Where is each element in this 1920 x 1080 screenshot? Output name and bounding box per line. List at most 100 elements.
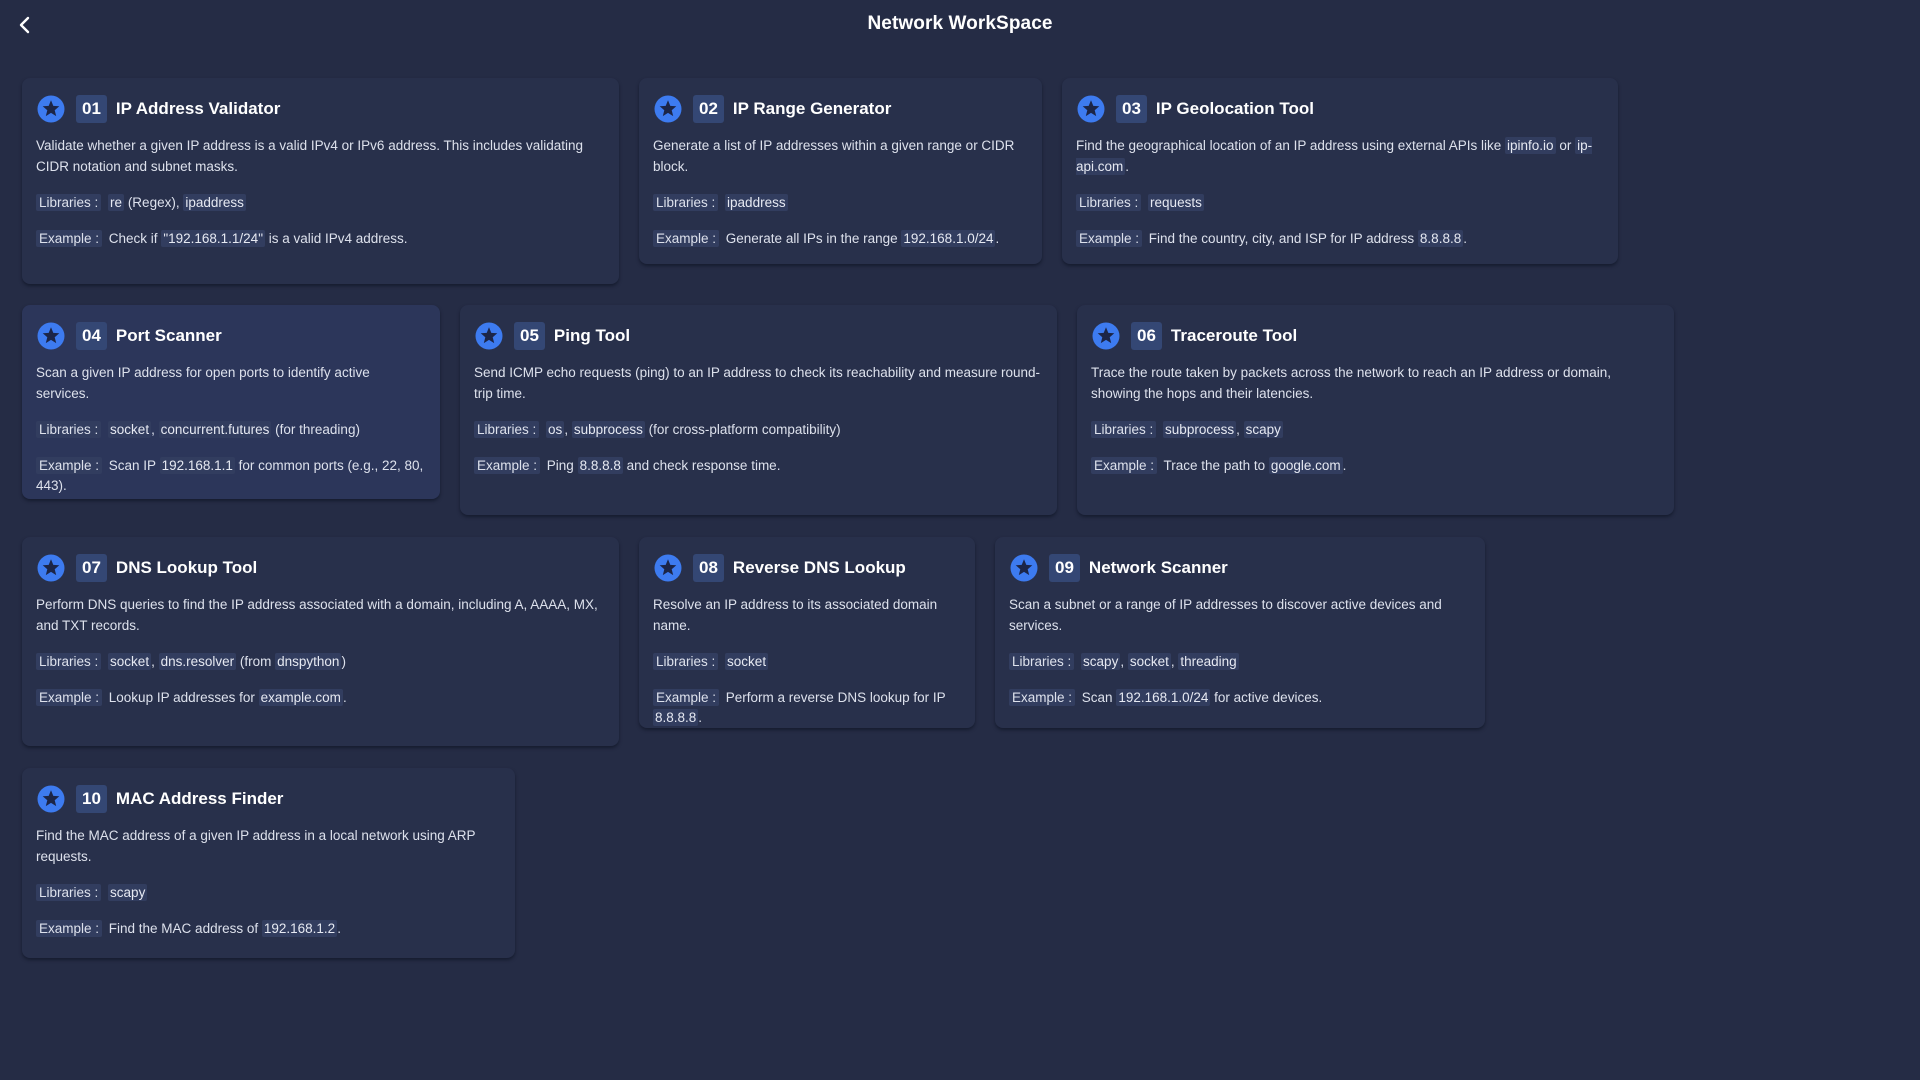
- star-icon[interactable]: [654, 554, 682, 582]
- card-header: 07 DNS Lookup Tool: [36, 552, 605, 584]
- star-icon[interactable]: [1077, 95, 1105, 123]
- libraries-row-label: Libraries :: [36, 884, 102, 901]
- inline-code: threading: [1178, 653, 1239, 670]
- card-header: 08 Reverse DNS Lookup: [653, 552, 961, 584]
- inline-code: 8.8.8.8: [577, 457, 623, 474]
- text-segment: .: [1342, 458, 1347, 473]
- example-row: Example : Check if "192.168.1.1/24" is a…: [36, 229, 605, 249]
- libraries-row: Libraries : scapy, socket, threading: [1009, 652, 1471, 672]
- text-segment: Resolve an IP address to its associated …: [653, 597, 938, 633]
- tool-card-mac-address-finder[interactable]: 10 MAC Address Finder Find the MAC address…: [22, 768, 515, 958]
- libraries-row: Libraries : scapy: [36, 883, 501, 903]
- example-row-label: Example :: [653, 689, 720, 706]
- libraries-row-label: Libraries :: [36, 421, 102, 438]
- text-segment: ,: [1120, 654, 1128, 669]
- card-title: DNS Lookup Tool: [115, 558, 258, 577]
- inline-code: example.com: [258, 689, 343, 706]
- card-title: IP Range Generator: [732, 99, 892, 118]
- card-number-badge: 06: [1131, 322, 1162, 350]
- libraries-row-label: Libraries :: [653, 653, 719, 670]
- inline-code: ipaddress: [725, 194, 788, 211]
- card-description: Send ICMP echo requests (ping) to an IP …: [474, 362, 1043, 404]
- card-header: 10 MAC Address Finder: [36, 783, 501, 815]
- text-segment: (for cross-platform compatibility): [644, 422, 841, 437]
- text-segment: Scan IP: [105, 458, 160, 473]
- text-segment: .: [995, 231, 1000, 246]
- inline-code: "192.168.1.1/24": [161, 230, 265, 247]
- example-row: Example : Find the country, city, and IS…: [1076, 229, 1604, 249]
- inline-code: scapy: [1243, 421, 1283, 438]
- text-segment: (for threading): [271, 422, 360, 437]
- star-icon[interactable]: [654, 95, 682, 123]
- text-segment: Perform a reverse DNS lookup for IP: [722, 690, 946, 705]
- star-icon[interactable]: [475, 322, 503, 350]
- tool-card-network-scanner[interactable]: 09 Network Scanner Scan a subnet or a rang…: [995, 537, 1485, 728]
- text-segment: Find the geographical location of an IP …: [1076, 138, 1506, 153]
- card-description: Find the geographical location of an IP …: [1076, 135, 1604, 177]
- tool-card-ip-geolocation-tool[interactable]: 03 IP Geolocation Tool Find the geographic…: [1062, 78, 1618, 264]
- inline-code: scapy: [108, 884, 148, 901]
- star-icon[interactable]: [37, 322, 65, 350]
- tool-card-ip-range-generator[interactable]: 02 IP Range Generator Generate a list of I…: [639, 78, 1042, 264]
- inline-code: 8.8.8.8: [1417, 230, 1464, 247]
- inline-code: socket: [108, 653, 152, 670]
- card-title: MAC Address Finder: [115, 789, 284, 808]
- tool-card-traceroute-tool[interactable]: 06 Traceroute Tool Trace the route taken b…: [1077, 305, 1674, 515]
- inline-code: ipaddress: [183, 194, 246, 211]
- libraries-row-label: Libraries :: [1091, 421, 1157, 438]
- text-segment: for active devices.: [1210, 690, 1323, 705]
- inline-code: google.com: [1268, 457, 1343, 474]
- tool-card-reverse-dns-lookup[interactable]: 08 Reverse DNS Lookup Resolve an IP addres…: [639, 537, 975, 728]
- star-icon[interactable]: [37, 554, 65, 582]
- top-bar: Network WorkSpace: [0, 0, 1920, 52]
- text-segment: Find the country, city, and ISP for IP a…: [1145, 231, 1418, 246]
- inline-code: scapy: [1081, 653, 1121, 670]
- libraries-row: Libraries : socket, dns.resolver (from d…: [36, 652, 605, 672]
- tool-card-port-scanner[interactable]: 04 Port Scanner Scan a given IP address fo…: [22, 305, 440, 499]
- card-number-badge: 10: [76, 785, 107, 813]
- inline-code: socket: [725, 653, 769, 670]
- card-description: Generate a list of IP addresses within a…: [653, 135, 1028, 177]
- libraries-row-label: Libraries :: [474, 421, 540, 438]
- libraries-row-label: Libraries :: [36, 194, 102, 211]
- card-header: 06 Traceroute Tool: [1091, 320, 1660, 352]
- example-row: Example : Ping 8.8.8.8 and check respons…: [474, 456, 1043, 476]
- libraries-row: Libraries : socket: [653, 652, 961, 672]
- example-row-label: Example :: [36, 230, 103, 247]
- card-description: Scan a subnet or a range of IP addresses…: [1009, 594, 1471, 636]
- card-description: Validate whether a given IP address is a…: [36, 135, 605, 177]
- card-number-badge: 03: [1116, 95, 1147, 123]
- inline-code: subprocess: [1163, 421, 1237, 438]
- card-number-badge: 07: [76, 554, 107, 582]
- example-row-label: Example :: [474, 457, 541, 474]
- example-row-label: Example :: [1076, 230, 1143, 247]
- libraries-row: Libraries : re (Regex), ipaddress: [36, 193, 605, 213]
- example-row-label: Example :: [36, 689, 103, 706]
- example-row: Example : Scan IP 192.168.1.1 for common…: [36, 456, 426, 496]
- tool-card-ping-tool[interactable]: 05 Ping Tool Send ICMP echo requests (ping…: [460, 305, 1057, 515]
- example-row: Example : Perform a reverse DNS lookup f…: [653, 688, 961, 728]
- tool-card-dns-lookup-tool[interactable]: 07 DNS Lookup Tool Perform DNS queries to …: [22, 537, 619, 746]
- star-icon[interactable]: [37, 785, 65, 813]
- example-row: Example : Trace the path to google.com.: [1091, 456, 1660, 476]
- card-header: 05 Ping Tool: [474, 320, 1043, 352]
- text-segment: Trace the path to: [1160, 458, 1269, 473]
- inline-code: dnspython: [275, 653, 342, 670]
- star-icon[interactable]: [1092, 322, 1120, 350]
- example-row-label: Example :: [36, 920, 103, 937]
- card-number-badge: 08: [693, 554, 724, 582]
- text-segment: or: [1555, 138, 1576, 153]
- card-header: 02 IP Range Generator: [653, 93, 1028, 125]
- libraries-row-label: Libraries :: [653, 194, 719, 211]
- inline-code: concurrent.futures: [158, 421, 272, 438]
- text-segment: ,: [564, 422, 572, 437]
- inline-code: requests: [1148, 194, 1204, 211]
- star-icon[interactable]: [1010, 554, 1038, 582]
- star-icon[interactable]: [37, 95, 65, 123]
- example-row-label: Example :: [36, 457, 103, 474]
- text-segment: ,: [1236, 422, 1244, 437]
- card-header: 09 Network Scanner: [1009, 552, 1471, 584]
- inline-code: re: [108, 194, 125, 211]
- tool-card-ip-address-validator[interactable]: 01 IP Address Validator Validate whether a…: [22, 78, 619, 284]
- card-description: Scan a given IP address for open ports t…: [36, 362, 426, 404]
